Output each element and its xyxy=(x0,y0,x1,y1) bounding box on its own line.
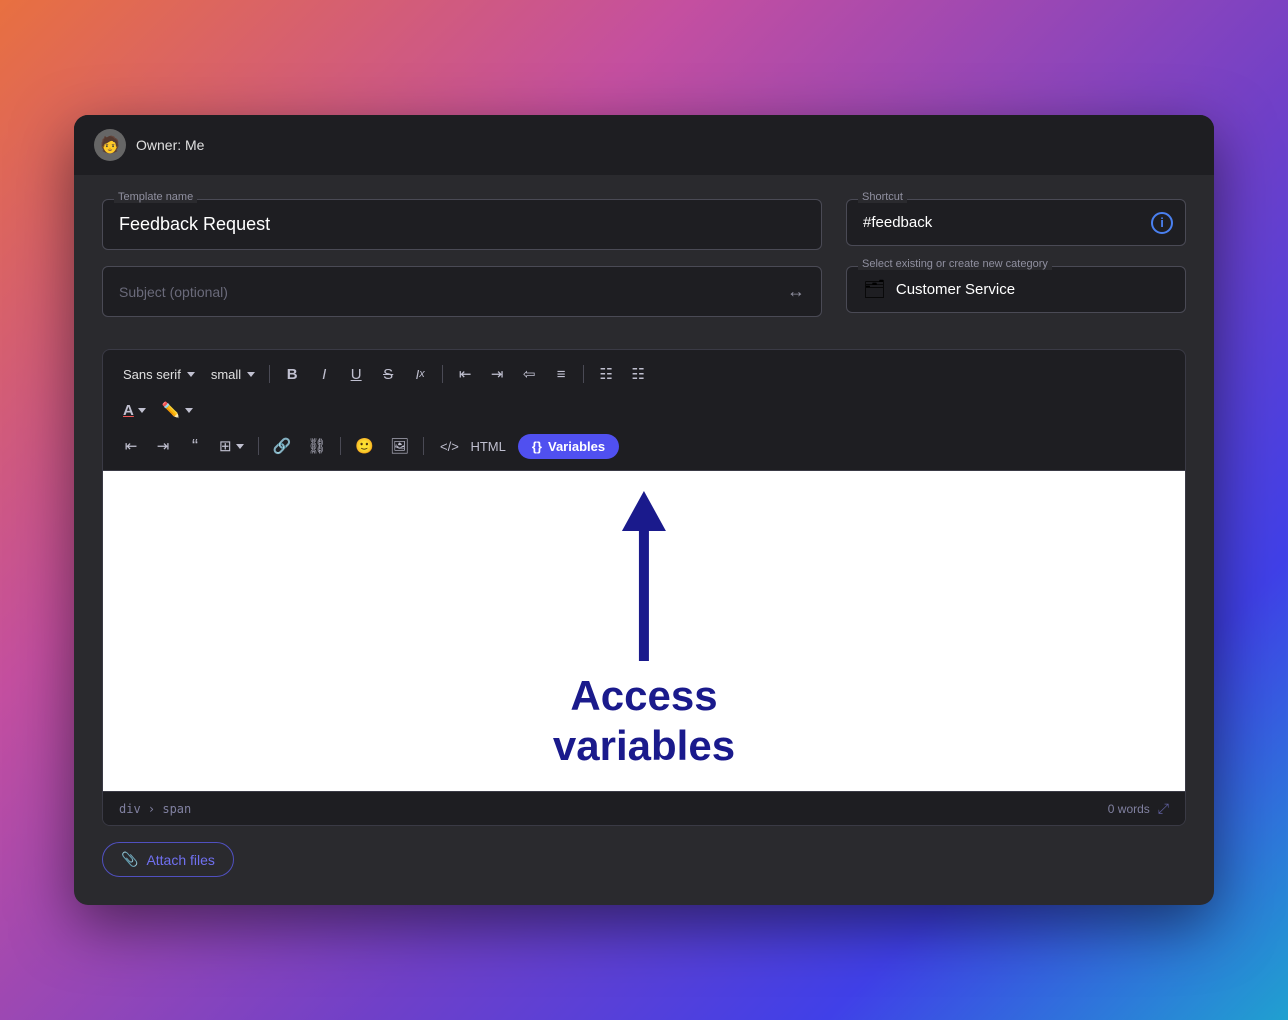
editor-container: Sans serif small B I U S Ix ⇤ ⇥ xyxy=(102,349,1186,826)
toolbar-row-2: A ✏️ xyxy=(117,396,1171,424)
table-chevron xyxy=(236,444,244,449)
font-color-label: A xyxy=(123,402,134,419)
word-count: 0 words xyxy=(1108,802,1150,816)
italic-button[interactable]: I xyxy=(310,360,338,388)
category-column: Select existing or create new category 🗂… xyxy=(846,266,1186,333)
shortcut-field: Shortcut i xyxy=(846,199,1186,250)
subject-row: Subject (optional) ↔ xyxy=(102,266,822,317)
template-name-input[interactable] xyxy=(102,199,822,250)
highlight-icon: ✏️ xyxy=(162,401,181,419)
shortcut-input-wrapper: i xyxy=(846,199,1186,246)
align-right-button[interactable]: ⇦ xyxy=(515,360,543,388)
font-family-label: Sans serif xyxy=(123,367,181,382)
table-button[interactable]: ⊞ xyxy=(213,432,250,460)
titlebar: 🧑 Owner: Me xyxy=(74,115,1214,175)
html-icon: </> xyxy=(440,439,459,454)
variables-label: Variables xyxy=(548,439,605,454)
subject-group: Subject (optional) ↔ xyxy=(102,266,822,333)
divider-2 xyxy=(442,365,443,383)
strikethrough-button[interactable]: S xyxy=(374,360,402,388)
list-bullet-button[interactable]: ☷ xyxy=(592,360,620,388)
divider-6 xyxy=(423,437,424,455)
owner-label: Owner: Me xyxy=(136,137,204,153)
variables-button[interactable]: {} Variables xyxy=(518,434,619,459)
link-button[interactable]: 🔗 xyxy=(267,432,298,460)
template-name-group: Template name xyxy=(102,199,822,250)
top-fields-row: Template name Shortcut i xyxy=(102,199,1186,250)
divider-3 xyxy=(583,365,584,383)
word-count-area: 0 words ⤢ xyxy=(1108,800,1169,817)
toolbar: Sans serif small B I U S Ix ⇤ ⇥ xyxy=(103,350,1185,471)
main-window: 🧑 Owner: Me Template name Shortcut i xyxy=(74,115,1214,905)
font-family-select[interactable]: Sans serif xyxy=(117,363,201,386)
embed-icon: ↔ xyxy=(787,281,805,302)
content-area: Template name Shortcut i Subject (optio xyxy=(74,175,1214,905)
arrow-head xyxy=(622,491,666,531)
outdent-button[interactable]: ⇤ xyxy=(117,432,145,460)
variables-icon: {} xyxy=(532,439,542,454)
font-family-chevron xyxy=(187,372,195,377)
divider-1 xyxy=(269,365,270,383)
align-center-button[interactable]: ⇥ xyxy=(483,360,511,388)
category-field: Select existing or create new category 🗂… xyxy=(846,266,1186,333)
blockquote-button[interactable]: “ xyxy=(181,432,209,460)
font-color-chevron xyxy=(138,408,146,413)
align-justify-button[interactable]: ≡ xyxy=(547,360,575,388)
arrow-shaft xyxy=(639,531,649,661)
breadcrumb: div › span xyxy=(119,802,191,816)
avatar: 🧑 xyxy=(94,129,126,161)
editor-body[interactable]: Accessvariables xyxy=(103,471,1185,791)
category-label: Select existing or create new category xyxy=(858,258,1052,270)
shortcut-label: Shortcut xyxy=(858,191,907,203)
folder-icon: 🗂 xyxy=(863,279,886,300)
align-left-button[interactable]: ⇤ xyxy=(451,360,479,388)
template-name-label: Template name xyxy=(114,191,197,203)
list-ordered-button[interactable]: ☷ xyxy=(624,360,652,388)
toolbar-row-1: Sans serif small B I U S Ix ⇤ ⇥ xyxy=(117,360,1171,388)
font-size-label: small xyxy=(211,367,241,382)
annotation-text: Accessvariables xyxy=(553,671,735,772)
category-text: Customer Service xyxy=(896,281,1015,298)
image-button[interactable]: 🖼 xyxy=(384,432,415,460)
divider-5 xyxy=(340,437,341,455)
font-size-chevron xyxy=(247,372,255,377)
underline-button[interactable]: U xyxy=(342,360,370,388)
highlight-chevron xyxy=(185,408,193,413)
toolbar-row-3: ⇤ ⇥ “ ⊞ 🔗 ⛓ 🙂 🖼 </> HTML xyxy=(117,432,1171,460)
status-bar: div › span 0 words ⤢ xyxy=(103,791,1185,825)
clear-format-button[interactable]: Ix xyxy=(406,360,434,388)
shortcut-input[interactable] xyxy=(863,200,1141,245)
right-column: Shortcut i xyxy=(846,199,1186,250)
attach-files-button[interactable]: 📎 Attach files xyxy=(102,842,234,877)
highlight-button[interactable]: ✏️ xyxy=(156,396,199,424)
font-color-button[interactable]: A xyxy=(117,396,152,424)
info-icon[interactable]: i xyxy=(1151,212,1173,234)
divider-4 xyxy=(258,437,259,455)
indent-button[interactable]: ⇥ xyxy=(149,432,177,460)
attach-files-icon: 📎 xyxy=(121,851,138,868)
annotation-arrow: Accessvariables xyxy=(553,491,735,772)
font-size-select[interactable]: small xyxy=(205,363,261,386)
attach-files-label: Attach files xyxy=(146,852,214,868)
bold-button[interactable]: B xyxy=(278,360,306,388)
subject-placeholder: Subject (optional) xyxy=(119,284,787,300)
emoji-button[interactable]: 🙂 xyxy=(349,432,380,460)
category-input-wrapper[interactable]: 🗂 Customer Service xyxy=(846,266,1186,313)
subject-category-row: Subject (optional) ↔ Select existing or … xyxy=(102,266,1186,333)
unlink-button[interactable]: ⛓ xyxy=(301,432,332,460)
resize-icon: ⤢ xyxy=(1158,800,1169,817)
html-button[interactable]: </> HTML xyxy=(432,435,514,458)
